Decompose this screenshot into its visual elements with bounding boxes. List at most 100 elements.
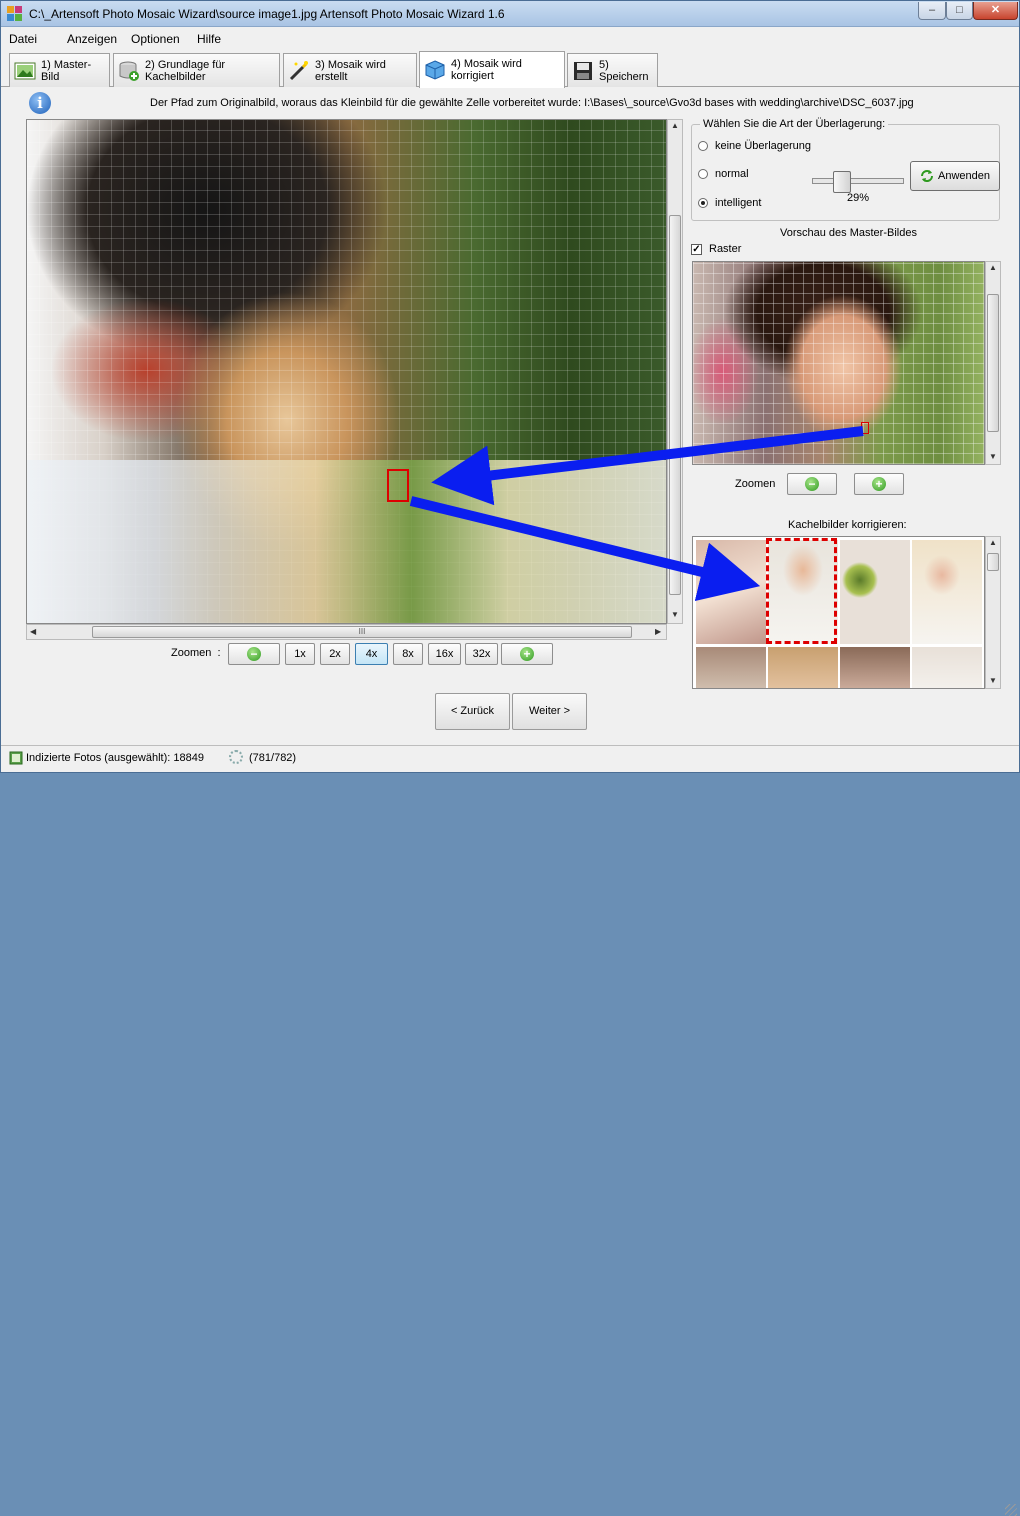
tile-candidate[interactable] (912, 540, 982, 644)
menu-datei[interactable]: Datei (9, 32, 37, 46)
tab-label: 4) Mosaik wird korrigiert (451, 58, 522, 82)
raster-checkbox[interactable]: ✓ Raster (691, 243, 741, 255)
tile-candidate[interactable] (768, 647, 838, 688)
maximize-button[interactable]: □ (946, 2, 973, 20)
image-icon (14, 62, 36, 79)
next-button[interactable]: Weiter > (512, 693, 587, 730)
source-path-text: Der Pfad zum Originalbild, woraus das Kl… (150, 97, 914, 109)
mosaic-zoom-controls: Zoomen : − 1x 2x 4x 8x 16x 32x + (171, 643, 561, 665)
apply-button[interactable]: Anwenden (910, 161, 1000, 191)
preview-zoom-in-button[interactable]: + (854, 473, 904, 495)
scroll-down-arrow[interactable]: ▼ (989, 676, 997, 685)
preview-title: Vorschau des Master-Bildes (780, 227, 917, 239)
refresh-icon (921, 170, 933, 182)
selected-mosaic-cell[interactable] (387, 469, 409, 502)
minus-icon: − (247, 647, 261, 662)
status-bar: Indizierte Fotos (ausgewählt): 18849 (78… (1, 745, 1019, 1516)
window-title: C:\_Artensoft Photo Mosaic Wizard\source… (29, 7, 505, 21)
radio-indicator (698, 169, 708, 179)
radio-keine-ueberlagerung[interactable]: keine Überlagerung (698, 140, 811, 152)
radio-normal[interactable]: normal (698, 168, 749, 180)
tab-mosaik-erstellt[interactable]: 3) Mosaik wird erstellt (283, 53, 417, 87)
preview-selection-marker (861, 422, 869, 434)
magic-wand-icon (289, 60, 308, 80)
title-bar: C:\_Artensoft Photo Mosaic Wizard\source… (1, 1, 1019, 27)
database-add-icon (119, 61, 139, 81)
tile-candidate[interactable] (912, 647, 982, 688)
tab-speichern[interactable]: 5) Speichern (567, 53, 658, 87)
tab-label: 2) Grundlage für Kachelbilder (145, 58, 226, 83)
plus-icon: + (520, 647, 534, 662)
scroll-up-arrow[interactable]: ▲ (989, 263, 997, 272)
selected-tile-highlight (766, 538, 837, 644)
menu-anzeigen[interactable]: Anzeigen (67, 32, 117, 46)
app-icon (7, 6, 22, 21)
mosaic-horizontal-scrollbar[interactable]: ◀ III ▶ (26, 624, 667, 640)
plus-icon: + (872, 477, 886, 492)
zoom-4x-button[interactable]: 4x (355, 643, 388, 665)
tab-label: 5) Speichern (599, 58, 649, 83)
main-window: C:\_Artensoft Photo Mosaic Wizard\source… (0, 0, 1020, 1516)
zoom-label: Zoomen : (171, 647, 221, 659)
scroll-thumb[interactable] (669, 215, 681, 595)
back-button[interactable]: < Zurück (435, 693, 510, 730)
tile-candidate[interactable] (840, 647, 910, 688)
menu-optionen[interactable]: Optionen (131, 32, 180, 46)
checkmark-icon: ✓ (691, 243, 702, 255)
wizard-tabs: 1) Master-Bild 2) Grundlage für Kachelbi… (1, 51, 1019, 88)
slider-value: 29% (847, 192, 870, 204)
resize-grip[interactable] (1005, 1504, 1017, 1516)
floppy-disk-icon (574, 61, 592, 80)
scroll-up-arrow[interactable]: ▲ (671, 121, 679, 130)
mosaic-canvas[interactable] (26, 119, 667, 624)
overlay-group-title: Wählen Sie die Art der Überlagerung: (700, 118, 889, 130)
zoom-16x-button[interactable]: 16x (428, 643, 461, 665)
preview-vertical-scrollbar[interactable]: ▲ ▼ (985, 261, 1001, 465)
zoom-out-button[interactable]: − (228, 643, 280, 665)
radio-indicator (698, 141, 708, 151)
tab-mosaik-korrigiert[interactable]: 4) Mosaik wird korrigiert (419, 51, 565, 88)
zoom-8x-button[interactable]: 8x (393, 643, 423, 665)
zoom-1x-button[interactable]: 1x (285, 643, 315, 665)
minimize-button[interactable]: – (918, 2, 946, 20)
scroll-left-arrow[interactable]: ◀ (30, 627, 36, 636)
tile-candidate[interactable] (696, 647, 766, 688)
tab-label: 3) Mosaik wird erstellt (315, 58, 386, 83)
indexed-photos-count: Indizierte Fotos (ausgewählt): 18849 (26, 752, 204, 764)
info-icon: i (29, 92, 51, 114)
menu-hilfe[interactable]: Hilfe (197, 32, 221, 46)
slider-track (812, 178, 904, 184)
master-image-preview[interactable] (692, 261, 985, 465)
scroll-thumb[interactable] (987, 294, 999, 432)
radio-intelligent[interactable]: intelligent (698, 197, 761, 209)
tab-grundlage[interactable]: 2) Grundlage für Kachelbilder (113, 53, 280, 87)
cube-icon (425, 60, 445, 80)
overlay-strength-slider[interactable] (812, 171, 904, 193)
preview-zoom-out-button[interactable]: − (787, 473, 837, 495)
zoom-2x-button[interactable]: 2x (320, 643, 350, 665)
radio-indicator (698, 198, 708, 208)
zoom-32x-button[interactable]: 32x (465, 643, 498, 665)
progress-counter: (781/782) (249, 752, 297, 764)
tab-master-bild[interactable]: 1) Master-Bild (9, 53, 110, 87)
preview-zoom-label: Zoomen (735, 478, 776, 490)
tiles-vertical-scrollbar[interactable]: ▲ ▼ (985, 536, 1001, 689)
loading-spinner-icon (229, 750, 243, 764)
mosaic-vertical-scrollbar[interactable]: ▲ ▼ (667, 119, 683, 624)
scroll-down-arrow[interactable]: ▼ (671, 610, 679, 619)
scroll-thumb[interactable]: III (92, 626, 632, 638)
scroll-up-arrow[interactable]: ▲ (989, 538, 997, 547)
scroll-thumb[interactable] (987, 553, 999, 571)
zoom-in-button[interactable]: + (501, 643, 553, 665)
menu-bar: Datei Anzeigen Optionen Hilfe (1, 28, 1019, 50)
tile-candidate[interactable] (840, 540, 910, 644)
photo-index-icon (9, 751, 23, 765)
slider-handle[interactable] (833, 171, 851, 193)
tab-label: 1) Master-Bild (41, 58, 92, 83)
close-button[interactable]: ✕ (973, 2, 1018, 20)
tile-candidates-grid (692, 536, 985, 689)
scroll-right-arrow[interactable]: ▶ (655, 627, 661, 636)
tile-candidate[interactable] (696, 540, 766, 644)
tiles-title: Kachelbilder korrigieren: (788, 519, 907, 531)
scroll-down-arrow[interactable]: ▼ (989, 452, 997, 461)
